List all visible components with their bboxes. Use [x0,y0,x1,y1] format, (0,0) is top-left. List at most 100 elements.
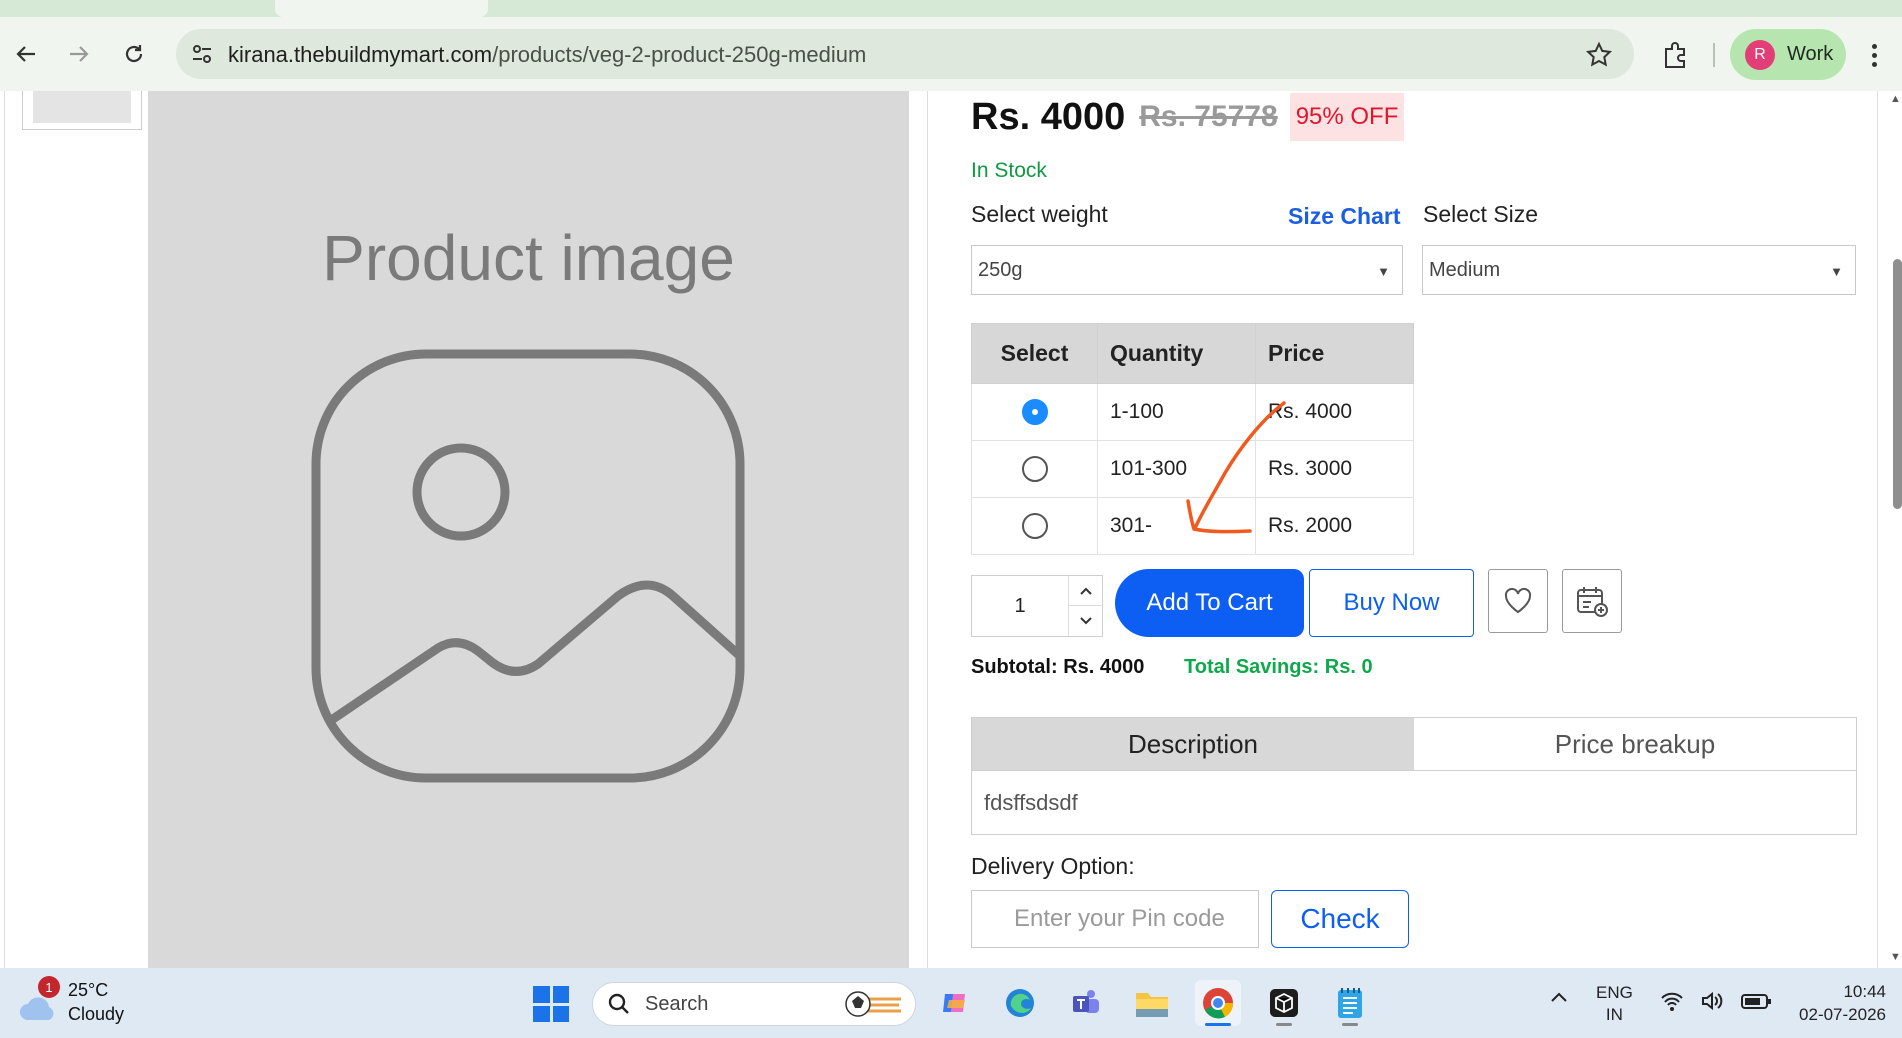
running-app-indicator [1342,1023,1358,1026]
table-header: Price [1255,323,1414,384]
wishlist-button[interactable] [1488,569,1548,633]
search-label: Search [645,992,709,1015]
weight-select[interactable]: 250g ▼ [971,245,1403,295]
price-row: Rs. 4000 Rs. 75778 95% OFF [971,93,1405,141]
quantity-input[interactable]: 1 [972,576,1068,636]
arrow-left-icon [16,46,35,62]
weather-badge: 1 [38,976,60,998]
site-settings-icon[interactable] [190,42,214,66]
show-hidden-icons-button[interactable] [1550,990,1568,1008]
clock-time: 10:44 [1843,982,1886,1001]
volume-icon [1702,991,1723,1011]
language-code: ENG [1596,983,1633,1002]
sale-price: Rs. 4000 [971,95,1126,138]
reload-button[interactable] [116,36,152,72]
system-tray[interactable] [1660,990,1772,1012]
active-app-indicator [1205,1023,1231,1026]
tab-description[interactable]: Description [972,718,1414,770]
quantity-stepper[interactable]: 1 [971,575,1103,637]
pincode-input[interactable] [971,890,1259,948]
radio-cell[interactable] [971,497,1098,555]
description-content: fdsffsdsdf [971,771,1857,835]
weather-widget[interactable]: 1 25°C Cloudy [18,976,128,1026]
taskbar-copilot[interactable] [931,980,977,1026]
left-divider [4,91,5,968]
table-header: Quantity [1097,323,1256,384]
radio-cell[interactable] [971,440,1098,498]
clock-date: 02-07-2026 [1799,1005,1886,1024]
taskbar-file-explorer[interactable] [1129,980,1175,1026]
check-pincode-button[interactable]: Check [1271,890,1409,948]
taskbar-search[interactable]: Search [592,982,916,1026]
teams-icon [1073,990,1099,1013]
scrollbar-track[interactable] [1888,91,1902,968]
total-savings-text: Total Savings: Rs. 0 [1184,656,1373,678]
bookmark-star-icon[interactable] [1584,40,1614,70]
system-clock[interactable]: 10:44 02-07-2026 [1786,980,1886,1026]
copilot-icon [943,994,965,1012]
tab-price-breakup[interactable]: Price breakup [1414,718,1856,770]
buy-now-button[interactable]: Buy Now [1309,569,1474,637]
image-placeholder-icon [311,349,745,783]
chevron-up-icon [1551,992,1567,1002]
arrow-right-icon [70,46,89,62]
radio-301-plus[interactable] [1021,513,1048,539]
scroll-up-icon[interactable]: ▲ [1890,93,1901,105]
extensions-icon[interactable] [1660,40,1690,70]
stock-status: In Stock [971,159,1047,182]
forward-button[interactable] [61,36,97,72]
active-tab[interactable] [275,0,488,17]
caret-down-icon: ▼ [1377,264,1390,279]
chevron-down-icon [1080,617,1092,625]
avatar: R [1745,39,1775,70]
url-path: /products/veg-2-product-250g-medium [492,42,867,67]
weather-temperature: 25°C [68,980,109,1000]
size-select[interactable]: Medium ▼ [1422,245,1856,295]
table-header: Select [971,323,1098,384]
delivery-option-label: Delivery Option: [971,853,1135,879]
language-indicator[interactable]: ENG IN [1596,982,1633,1026]
radio-101-300[interactable] [1021,456,1048,482]
column-divider [927,91,928,968]
weather-description: Cloudy [68,1004,125,1024]
radio-cell[interactable] [971,383,1098,441]
hand-drawn-arrow-annotation [1186,401,1286,534]
size-label: Select Size [1423,201,1539,227]
wifi-icon [1661,992,1683,1011]
scrollbar-thumb[interactable] [1893,259,1902,509]
battery-icon [1741,994,1771,1009]
edge-icon [1006,989,1034,1017]
radio-1-100[interactable] [1021,399,1048,425]
taskbar-teams[interactable] [1063,980,1109,1026]
quantity-increase-button[interactable] [1068,576,1103,606]
chevron-up-icon [1080,587,1092,595]
profile-label: Work [1787,43,1834,65]
back-button[interactable] [8,36,44,72]
scroll-down-icon[interactable]: ▼ [1890,951,1901,963]
search-highlight-icon [845,991,901,1017]
add-to-cart-button[interactable]: Add To Cart [1115,569,1304,637]
size-select-value: Medium [1429,258,1501,281]
discount-badge: 95% OFF [1289,93,1405,141]
taskbar-notepad[interactable] [1327,980,1373,1026]
url-host: kirana.thebuildmymart.com [228,42,493,67]
chrome-icon [1203,988,1234,1019]
add-to-calendar-button[interactable] [1562,569,1622,633]
heart-icon [1504,587,1532,614]
start-button[interactable] [533,986,569,1022]
subtotal-text: Subtotal: Rs. 4000 [971,656,1145,678]
cube-icon [1270,989,1298,1017]
size-chart-link[interactable]: Size Chart [1288,203,1400,230]
browser-menu-button[interactable] [1862,40,1886,70]
taskbar-edge[interactable] [997,980,1043,1026]
reload-icon [125,45,143,63]
windows-taskbar: 1 25°C Cloudy Search ENG IN 10:44 02-07-… [0,968,1902,1038]
quantity-decrease-button[interactable] [1068,606,1103,636]
taskbar-chrome[interactable] [1195,980,1241,1026]
calendar-add-icon [1577,587,1608,617]
taskbar-app-cube[interactable] [1261,980,1307,1026]
url-text[interactable]: kirana.thebuildmymart.com/products/veg-2… [228,41,866,69]
profile-button[interactable]: R Work [1730,29,1846,80]
product-image: Product image [148,91,909,968]
product-thumbnail[interactable] [22,91,142,130]
